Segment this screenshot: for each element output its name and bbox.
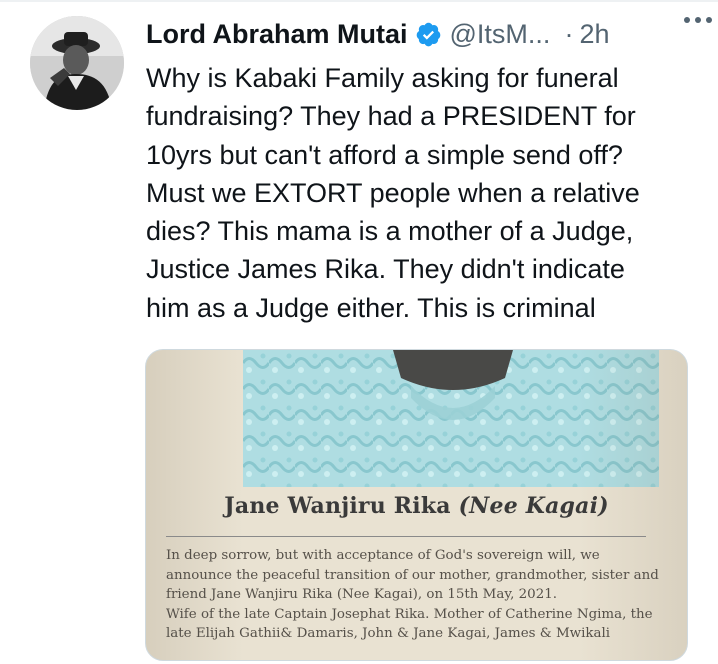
obituary-text: In deep sorrow, but with acceptance of G… xyxy=(166,546,666,644)
obituary-nee: (Nee Kagai) xyxy=(458,493,609,519)
obituary-divider xyxy=(166,536,646,537)
avatar[interactable] xyxy=(30,16,124,110)
separator-dot: · xyxy=(564,18,574,49)
tweet-media[interactable]: Jane Wanjiru Rika (Nee Kagai) In deep so… xyxy=(145,349,688,661)
obituary-name-text: Jane Wanjiru Rika xyxy=(224,493,451,519)
obituary-paragraph-2: Wife of the late Captain Josephat Rika. … xyxy=(166,606,653,642)
obituary-name: Jane Wanjiru Rika (Nee Kagai) xyxy=(146,493,687,519)
avatar-image xyxy=(30,16,124,110)
more-options-icon xyxy=(684,17,712,23)
tweet-header: Lord Abraham Mutai @ItsM... · 2h xyxy=(146,14,706,54)
timestamp[interactable]: 2h xyxy=(579,19,609,50)
author-handle[interactable]: @ItsM... xyxy=(450,19,551,50)
obituary-paragraph-1: In deep sorrow, but with acceptance of G… xyxy=(166,548,659,602)
author-name[interactable]: Lord Abraham Mutai xyxy=(146,19,408,50)
verified-badge-icon xyxy=(415,21,442,48)
obituary-photo xyxy=(243,350,659,487)
more-options-button[interactable] xyxy=(678,8,718,32)
top-divider xyxy=(0,0,718,2)
tweet-text: Why is Kabaki Family asking for funeral … xyxy=(146,63,640,323)
